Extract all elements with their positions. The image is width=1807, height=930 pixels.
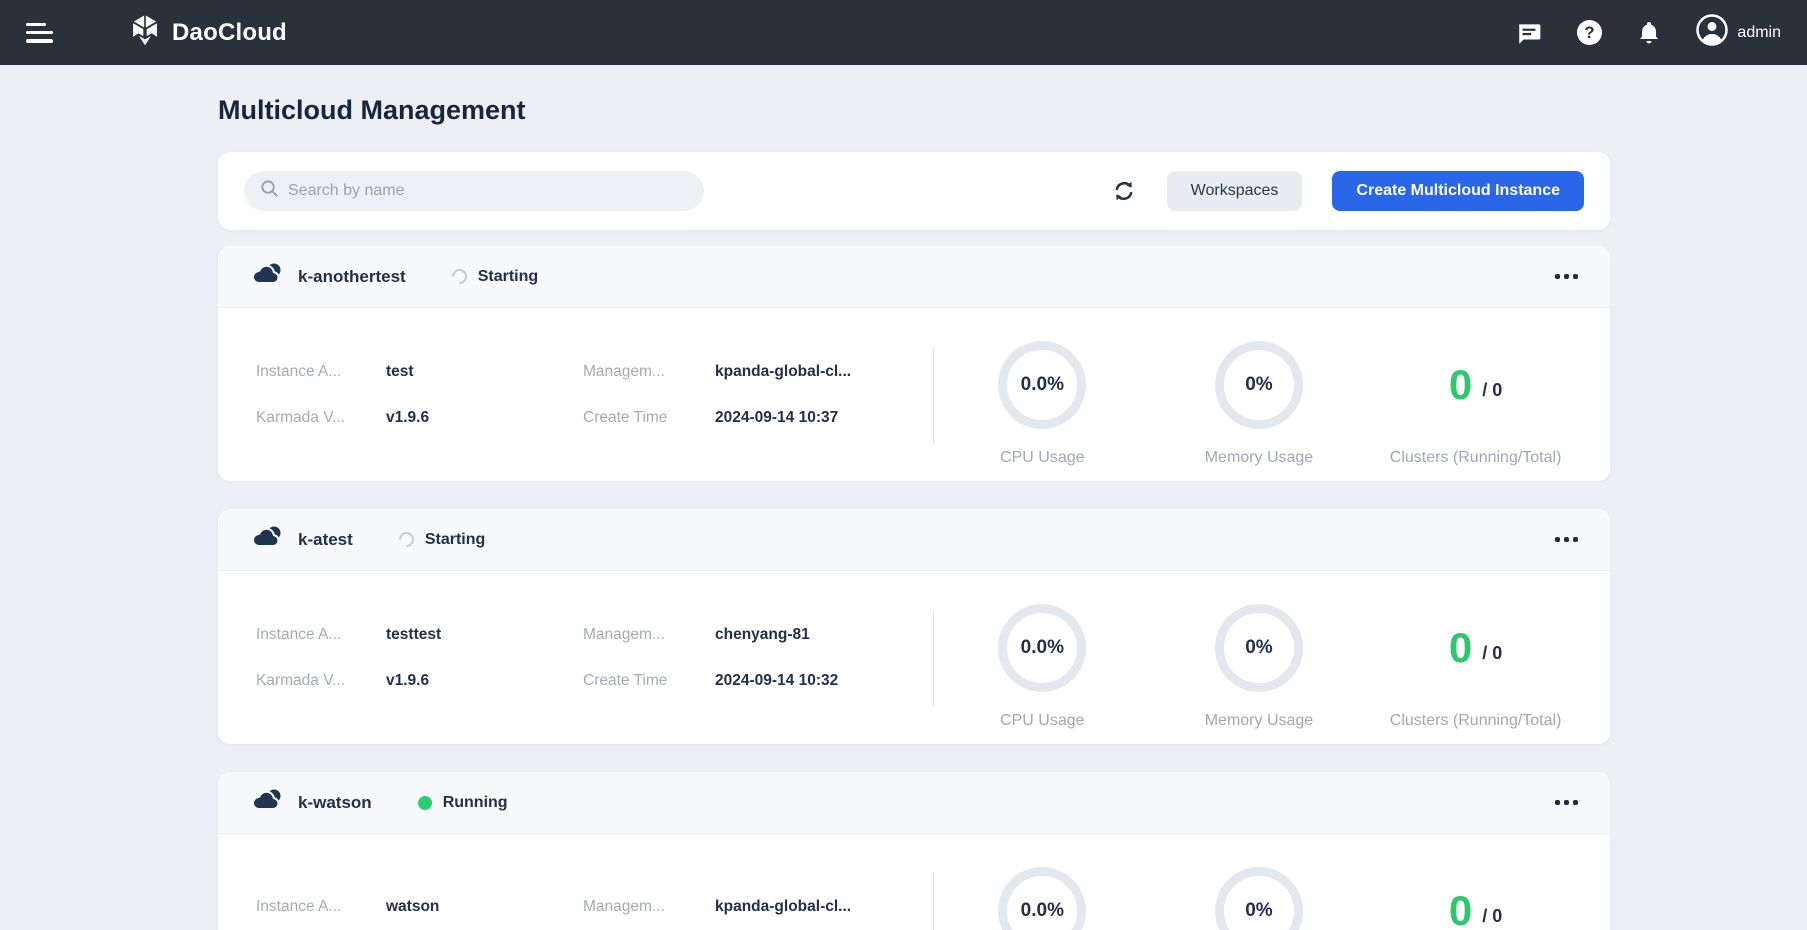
field-value: test	[386, 363, 571, 381]
instance-card-body: Instance A... watson Managem... kpanda-g…	[218, 834, 1610, 930]
messages-icon[interactable]	[1516, 20, 1542, 46]
status-badge: Running	[418, 794, 508, 812]
field-label: Instance A...	[256, 363, 374, 381]
cloud-icon	[248, 787, 284, 819]
field-value: v1.9.6	[386, 672, 571, 690]
status-spinner-icon	[449, 266, 470, 287]
field-label: Karmada V...	[256, 409, 374, 427]
instance-stats: 0.0% CPU Usage 0% Memory Usage 0 / 0 Clu…	[934, 571, 1584, 744]
more-actions-icon[interactable]	[1553, 531, 1580, 548]
instance-details: Instance A... testtest Managem... chenya…	[256, 626, 927, 690]
field-label: Managem...	[583, 363, 703, 381]
create-multicloud-instance-button[interactable]: Create Multicloud Instance	[1332, 171, 1584, 211]
instance-card: k-atest Starting Instance A... testtest …	[218, 509, 1610, 744]
instance-card-header: k-watson Running	[218, 772, 1610, 834]
clusters-stat: 0 / 0 Clusters (Running/Total)	[1367, 341, 1584, 467]
instance-card: k-watson Running Instance A... watson Ma…	[218, 772, 1610, 930]
instance-card-body: Instance A... testtest Managem... chenya…	[218, 571, 1610, 744]
cpu-gauge: 0.0%	[998, 341, 1086, 429]
field-label: Create Time	[583, 409, 703, 427]
memory-gauge: 0%	[1215, 867, 1303, 930]
avatar	[1696, 14, 1728, 51]
memory-usage-stat: 0% Memory Usage	[1151, 867, 1368, 930]
instance-name: k-atest	[298, 530, 353, 550]
instance-details: Instance A... watson Managem... kpanda-g…	[256, 898, 927, 930]
brand-name: DaoCloud	[172, 19, 287, 47]
memory-gauge: 0%	[1215, 341, 1303, 429]
field-label: Managem...	[583, 898, 703, 916]
workspaces-button[interactable]: Workspaces	[1167, 171, 1303, 211]
refresh-icon[interactable]	[1111, 178, 1137, 204]
field-value: kpanda-global-cl...	[715, 363, 927, 381]
status-badge: Starting	[399, 531, 485, 549]
status-label: Starting	[425, 531, 485, 549]
search-icon	[260, 179, 279, 203]
topbar: DaoCloud ?	[0, 0, 1807, 65]
search-input[interactable]	[288, 182, 688, 200]
main-content: Multicloud Management Workspac	[0, 95, 1807, 930]
field-label: Instance A...	[256, 626, 374, 644]
field-value: kpanda-global-cl...	[715, 898, 927, 916]
brand[interactable]: DaoCloud	[128, 13, 287, 52]
memory-usage-stat: 0% Memory Usage	[1151, 604, 1368, 730]
toolbar-panel: Workspaces Create Multicloud Instance	[218, 152, 1610, 230]
cpu-usage-stat: 0.0% CPU Usage	[934, 604, 1151, 730]
page-title: Multicloud Management	[218, 95, 1610, 126]
more-actions-icon[interactable]	[1553, 268, 1580, 285]
cpu-gauge: 0.0%	[998, 867, 1086, 930]
field-value: v1.9.6	[386, 409, 571, 427]
user-menu[interactable]: admin	[1696, 14, 1781, 51]
field-value: chenyang-81	[715, 626, 927, 644]
instance-card-body: Instance A... test Managem... kpanda-glo…	[218, 308, 1610, 481]
status-label: Starting	[478, 268, 538, 286]
instance-stats: 0.0% CPU Usage 0% Memory Usage 0 / 0 Clu…	[934, 308, 1584, 481]
status-label: Running	[443, 794, 508, 812]
status-spinner-icon	[396, 529, 417, 550]
field-value: watson	[386, 898, 571, 916]
field-value: 2024-09-14 10:32	[715, 672, 927, 690]
status-badge: Starting	[452, 268, 538, 286]
clusters-stat: 0 / 0 Clusters (Running/Total)	[1367, 867, 1584, 930]
cloud-icon	[248, 524, 284, 556]
more-actions-icon[interactable]	[1553, 794, 1580, 811]
cloud-icon	[248, 261, 284, 293]
status-dot-icon	[418, 796, 432, 810]
instance-details: Instance A... test Managem... kpanda-glo…	[256, 363, 927, 427]
field-label: Karmada V...	[256, 672, 374, 690]
field-label: Create Time	[583, 672, 703, 690]
instance-card-header: k-atest Starting	[218, 509, 1610, 571]
memory-gauge: 0%	[1215, 604, 1303, 692]
field-label: Managem...	[583, 626, 703, 644]
cpu-usage-stat: 0.0% CPU Usage	[934, 341, 1151, 467]
cpu-usage-stat: 0.0% CPU Usage	[934, 867, 1151, 930]
field-label: Instance A...	[256, 898, 374, 916]
menu-icon[interactable]	[26, 21, 56, 45]
instance-stats: 0.0% CPU Usage 0% Memory Usage 0 / 0 Clu…	[934, 834, 1584, 930]
field-value: testtest	[386, 626, 571, 644]
instance-card-header: k-anothertest Starting	[218, 246, 1610, 308]
username: admin	[1737, 24, 1781, 42]
search-box[interactable]	[244, 171, 704, 211]
notifications-bell-icon[interactable]	[1636, 20, 1662, 46]
field-value: 2024-09-14 10:37	[715, 409, 927, 427]
memory-usage-stat: 0% Memory Usage	[1151, 341, 1368, 467]
daocloud-logo-icon	[128, 13, 162, 52]
cpu-gauge: 0.0%	[998, 604, 1086, 692]
instance-name: k-watson	[298, 793, 372, 813]
instance-card: k-anothertest Starting Instance A... tes…	[218, 246, 1610, 481]
help-icon[interactable]: ?	[1576, 20, 1602, 46]
clusters-stat: 0 / 0 Clusters (Running/Total)	[1367, 604, 1584, 730]
instance-name: k-anothertest	[298, 267, 406, 287]
